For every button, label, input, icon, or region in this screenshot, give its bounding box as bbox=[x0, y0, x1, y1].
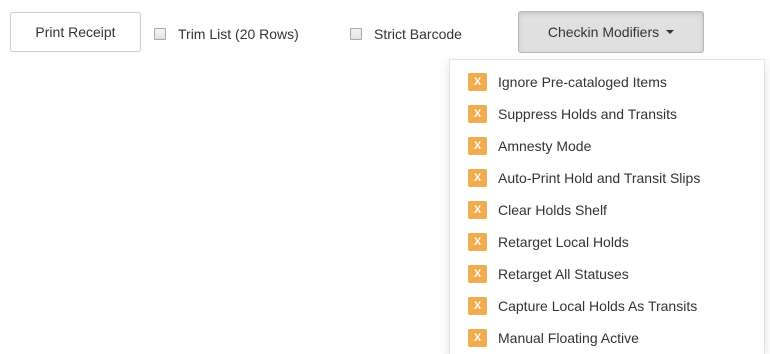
modifier-menu-item-label: Suppress Holds and Transits bbox=[498, 106, 677, 122]
modifier-menu-item[interactable]: X Clear Holds Shelf bbox=[450, 195, 764, 225]
modifier-menu-item[interactable]: X Retarget Local Holds bbox=[450, 227, 764, 257]
modifier-menu-item-label: Manual Floating Active bbox=[498, 330, 639, 346]
strict-barcode-label: Strict Barcode bbox=[374, 26, 462, 42]
modifier-menu-item[interactable]: X Retarget All Statuses bbox=[450, 259, 764, 289]
x-mark-icon: X bbox=[468, 105, 487, 123]
checkin-modifiers-button[interactable]: Checkin Modifiers bbox=[518, 11, 704, 53]
checkin-modifiers-menu: X Ignore Pre-cataloged Items X Suppress Hol… bbox=[449, 59, 765, 354]
modifier-menu-item[interactable]: X Ignore Pre-cataloged Items bbox=[450, 67, 764, 97]
checkin-modifiers-label: Checkin Modifiers bbox=[547, 24, 660, 40]
modifier-menu-item[interactable]: X Manual Floating Active bbox=[450, 323, 764, 353]
modifier-menu-item[interactable]: X Capture Local Holds As Transits bbox=[450, 291, 764, 321]
print-receipt-button[interactable]: Print Receipt bbox=[10, 12, 141, 52]
modifier-menu-item-label: Retarget All Statuses bbox=[498, 266, 629, 282]
modifier-menu-item[interactable]: X Amnesty Mode bbox=[450, 131, 764, 161]
x-mark-icon: X bbox=[468, 265, 487, 283]
x-mark-icon: X bbox=[468, 201, 487, 219]
modifier-menu-item-label: Retarget Local Holds bbox=[498, 234, 629, 250]
modifier-menu-item-label: Capture Local Holds As Transits bbox=[498, 298, 698, 314]
print-receipt-label: Print Receipt bbox=[35, 24, 116, 40]
strict-barcode-checkbox-control[interactable]: Strict Barcode bbox=[350, 24, 462, 44]
modifier-menu-item[interactable]: X Suppress Holds and Transits bbox=[450, 99, 764, 129]
x-mark-icon: X bbox=[468, 329, 487, 347]
trim-list-checkbox[interactable] bbox=[154, 28, 166, 40]
modifier-menu-item-label: Auto-Print Hold and Transit Slips bbox=[498, 170, 701, 186]
x-mark-icon: X bbox=[468, 169, 487, 187]
x-mark-icon: X bbox=[468, 297, 487, 315]
x-mark-icon: X bbox=[468, 137, 487, 155]
trim-list-checkbox-control[interactable]: Trim List (20 Rows) bbox=[154, 24, 299, 44]
trim-list-label: Trim List (20 Rows) bbox=[178, 26, 299, 42]
modifier-menu-item-label: Ignore Pre-cataloged Items bbox=[498, 74, 667, 90]
modifier-menu-item[interactable]: X Auto-Print Hold and Transit Slips bbox=[450, 163, 764, 193]
checkin-page: Print Receipt Trim List (20 Rows) Strict… bbox=[0, 0, 770, 354]
modifier-menu-item-label: Clear Holds Shelf bbox=[498, 202, 607, 218]
caret-down-icon bbox=[666, 30, 675, 34]
strict-barcode-checkbox[interactable] bbox=[350, 28, 362, 40]
x-mark-icon: X bbox=[468, 233, 487, 251]
x-mark-icon: X bbox=[468, 73, 487, 91]
modifier-menu-item-label: Amnesty Mode bbox=[498, 138, 592, 154]
